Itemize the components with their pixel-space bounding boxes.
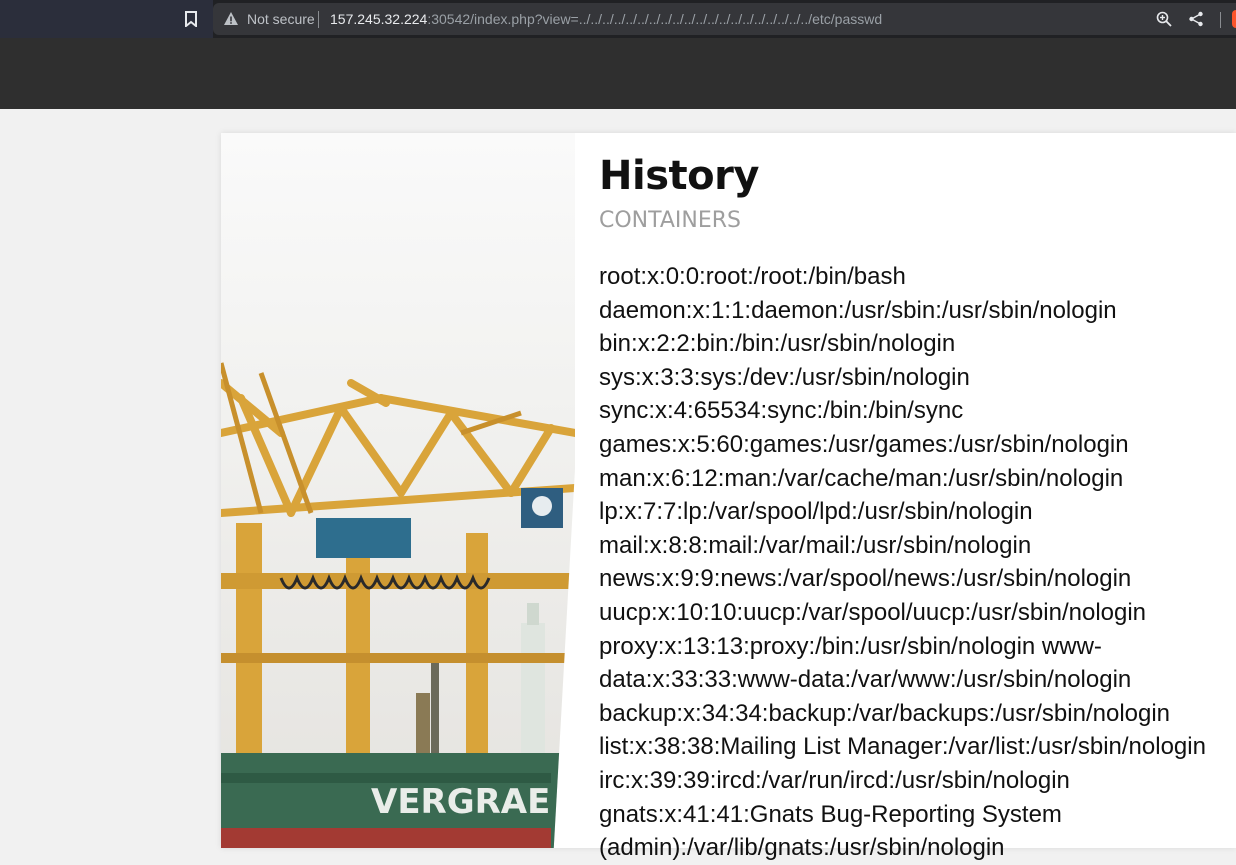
url-host: 157.245.32.224 <box>330 11 428 27</box>
security-label[interactable]: Not secure <box>247 11 315 27</box>
address-bar[interactable]: Not secure 157.245.32.224:30542/index.ph… <box>213 3 1236 35</box>
url-separator <box>318 11 319 28</box>
page-subtitle: CONTAINERS <box>599 208 742 233</box>
url-text[interactable]: 157.245.32.224:30542/index.php?view=../.… <box>330 11 882 27</box>
article-content: History CONTAINERS root:x:0:0:root:/root… <box>599 151 1229 865</box>
share-icon[interactable] <box>1188 11 1204 27</box>
browser-tab-strip <box>0 0 213 38</box>
site-header <box>0 38 1236 109</box>
url-path: :30542/index.php?view=../../../../../../… <box>427 11 883 27</box>
brave-icon[interactable] <box>1232 10 1236 28</box>
warning-icon[interactable] <box>223 11 239 27</box>
ship-lettering: VERGRAE <box>371 782 550 822</box>
zoom-icon[interactable] <box>1156 11 1172 27</box>
content-card: VERGRAE History CONTAINERS root:x:0:0:ro… <box>221 133 1236 861</box>
toolbar-divider <box>1220 12 1221 28</box>
container-port-photo: VERGRAE <box>221 133 575 848</box>
page-title: History <box>599 153 759 199</box>
bookmark-icon[interactable] <box>184 11 198 27</box>
included-file-content: root:x:0:0:root:/root:/bin/bash daemon:x… <box>599 263 1206 862</box>
crane-illustration: VERGRAE <box>221 362 575 848</box>
